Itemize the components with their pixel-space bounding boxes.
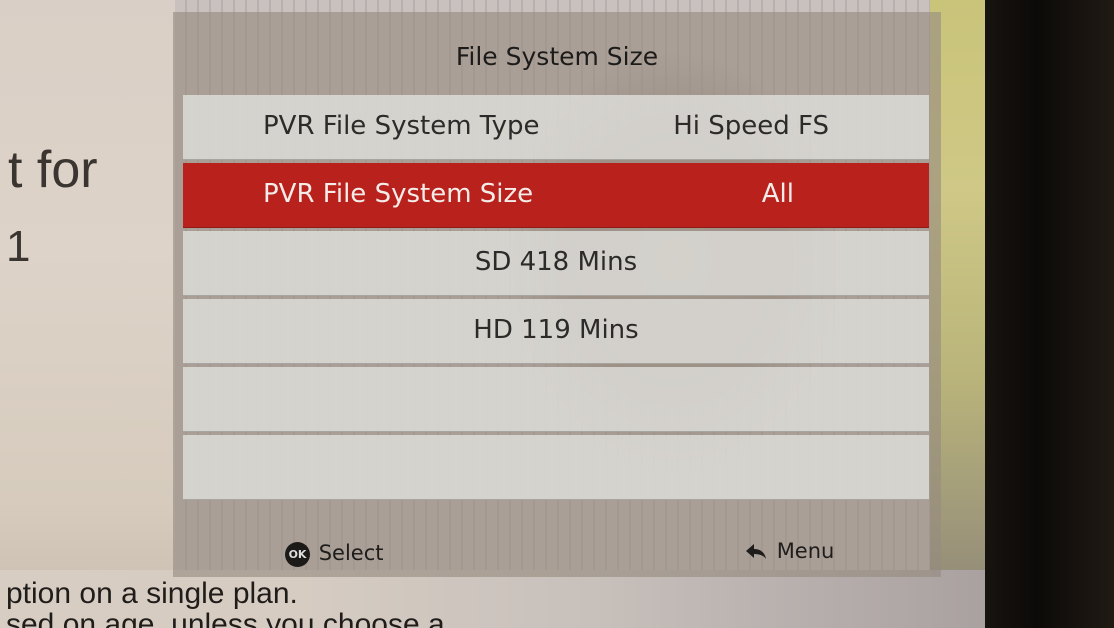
menu-hint[interactable]: Menu <box>745 539 834 563</box>
background-slide-panel <box>0 0 175 628</box>
menu-row-pvr-file-system-type[interactable]: PVR File System Type Hi Speed FS <box>183 95 929 160</box>
select-label: Select <box>318 541 384 565</box>
select-hint[interactable]: OK Select <box>285 541 383 567</box>
tv-bezel <box>985 0 1114 628</box>
back-arrow-icon <box>746 544 766 559</box>
file-system-size-menu: File System Size PVR File System Type Hi… <box>173 12 941 577</box>
row-label: PVR File System Size <box>263 179 534 209</box>
background-text: 1 <box>6 222 31 271</box>
background-text: t for <box>8 141 98 199</box>
sd-minutes-text: SD 418 Mins <box>474 247 638 277</box>
menu-title: File System Size <box>455 42 659 71</box>
background-text: sed on age, unless you choose a <box>6 608 445 628</box>
row-label: PVR File System Type <box>263 111 540 141</box>
ok-button-icon: OK <box>285 541 310 567</box>
menu-row-sd-minutes: SD 418 Mins <box>183 231 929 296</box>
menu-row-pvr-file-system-size[interactable]: PVR File System Size All <box>183 163 929 228</box>
hd-minutes-text: HD 119 Mins <box>473 315 639 345</box>
menu-row-empty <box>183 435 929 500</box>
menu-list: PVR File System Type Hi Speed FS PVR Fil… <box>183 95 929 503</box>
background-text: ption on a single plan. <box>6 577 298 610</box>
row-value: Hi Speed FS <box>673 111 829 141</box>
tv-screen: t for 1 ption on a single plan. sed on a… <box>0 0 1114 628</box>
menu-label: Menu <box>776 539 835 563</box>
row-value: All <box>761 179 794 209</box>
menu-footer: OK Select Menu <box>173 527 941 577</box>
menu-row-empty <box>183 367 929 432</box>
menu-row-hd-minutes: HD 119 Mins <box>183 299 929 364</box>
